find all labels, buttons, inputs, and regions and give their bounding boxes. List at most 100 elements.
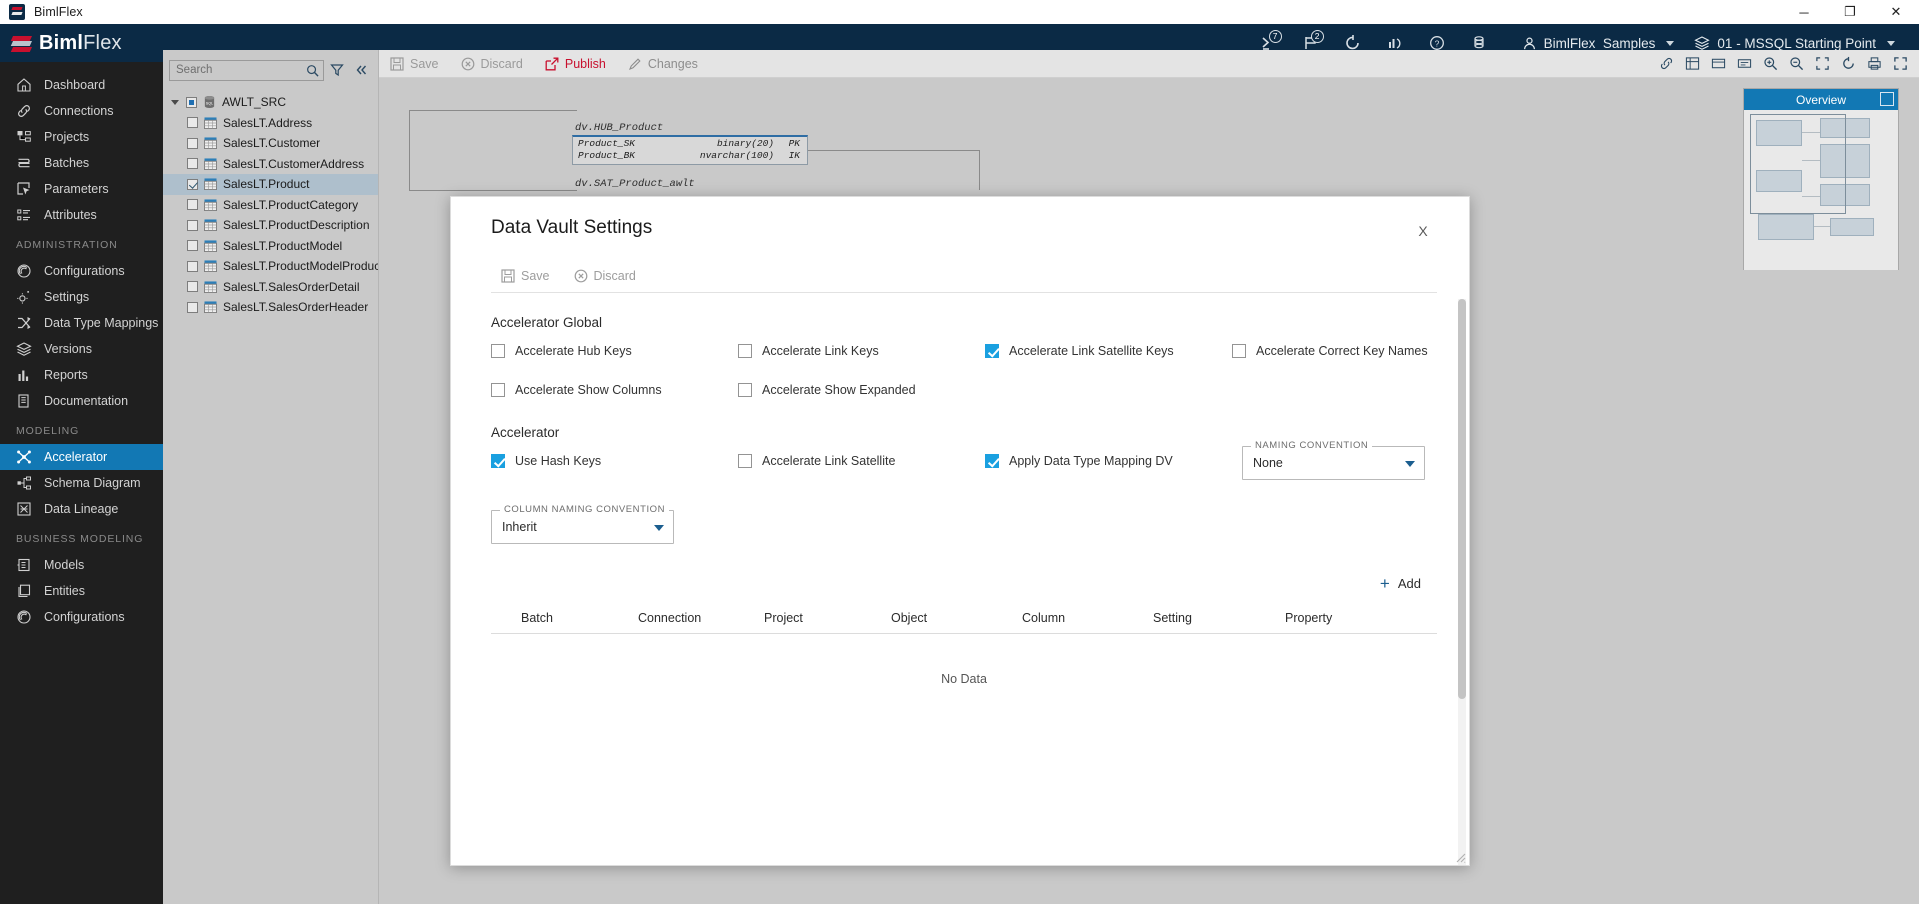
dialog-scrollbar-thumb[interactable] [1458,299,1466,699]
main-toolbar: Save Discard Publish Changes [379,50,1919,78]
sidebar-item-versions[interactable]: Versions [0,336,163,362]
overview-canvas[interactable] [1744,110,1898,270]
filter-icon[interactable] [326,59,348,81]
checkbox-accelerate-correct-key-names[interactable]: Accelerate Correct Key Names [1232,344,1469,358]
tree-item-selected[interactable]: SalesLT.Product [163,174,378,195]
tree-item[interactable]: SalesLT.ProductModel [163,236,378,257]
checkbox-box[interactable] [491,454,505,468]
checkbox-box[interactable] [1232,344,1246,358]
search-icon[interactable] [306,64,319,82]
print-icon[interactable] [1861,50,1887,78]
publish-button[interactable]: Publish [534,50,617,78]
minimize-button[interactable]: ─ [1781,0,1827,24]
sidebar-item-reports[interactable]: Reports [0,362,163,388]
refresh-canvas-icon[interactable] [1835,50,1861,78]
sidebar-item-schema-diagram[interactable]: Schema Diagram [0,470,163,496]
checkbox-box[interactable] [738,383,752,397]
minimap-viewport[interactable] [1750,114,1846,214]
tree-item[interactable]: SalesLT.ProductModelProductDes. [163,256,378,277]
checkbox-box[interactable] [985,344,999,358]
changes-button[interactable]: Changes [617,50,709,78]
column-naming-convention-select[interactable]: COLUMN NAMING CONVENTION Inherit [491,510,674,544]
expand-collapse-icon[interactable] [171,100,179,105]
zoom-out-icon[interactable] [1783,50,1809,78]
add-button[interactable]: + Add [1372,572,1429,595]
sidebar-item-connections[interactable]: Connections [0,98,163,124]
tree-item-checkbox[interactable] [187,158,198,169]
checkbox-accelerate-link-satellite[interactable]: Accelerate Link Satellite [738,454,985,468]
save-button[interactable]: Save [379,50,450,78]
sidebar-item-configurations[interactable]: Configurations [0,258,163,284]
tree-item-checkbox[interactable] [187,117,198,128]
checkbox-accelerate-show-expanded[interactable]: Accelerate Show Expanded [738,383,985,397]
sidebar-item-documentation[interactable]: Documentation [0,388,163,414]
dialog-discard-button[interactable]: Discard [564,265,646,287]
checkbox-use-hash-keys[interactable]: Use Hash Keys [491,454,738,468]
tree-item[interactable]: SalesLT.Address [163,113,378,134]
tree-root-node[interactable]: SQL AWLT_SRC [163,92,378,113]
checkbox-apply-data-type-mapping-dv[interactable]: Apply Data Type Mapping DV [985,454,1232,468]
checkbox-accelerate-link-satellite-keys[interactable]: Accelerate Link Satellite Keys [985,344,1232,358]
sidebar-item-settings[interactable]: Settings [0,284,163,310]
panel-tool-icon[interactable] [1705,50,1731,78]
tree-item[interactable]: SalesLT.ProductDescription [163,215,378,236]
hub-node[interactable]: Product_SK binary(20) PK Product_BK nvar… [572,135,808,165]
link-tool-icon[interactable] [1653,50,1679,78]
tree-root-checkbox[interactable] [186,97,197,108]
sidebar-item-dashboard[interactable]: Dashboard [0,72,163,98]
tree-item[interactable]: SalesLT.SalesOrderHeader [163,297,378,318]
sidebar-item-accelerator[interactable]: Accelerator [0,444,163,470]
dialog-scrollbar[interactable] [1458,299,1466,865]
overview-minimap[interactable]: Overview [1743,88,1899,270]
checkbox-box[interactable] [491,383,505,397]
sidebar-item-entities[interactable]: Entities [0,578,163,604]
sidebar-item-parameters[interactable]: Parameters [0,176,163,202]
dialog-save-button[interactable]: Save [491,265,560,287]
tree-item-checkbox[interactable] [187,220,198,231]
maximize-button[interactable]: ❐ [1827,0,1873,24]
discard-button[interactable]: Discard [450,50,534,78]
checkbox-accelerate-link-keys[interactable]: Accelerate Link Keys [738,344,985,358]
tree-item-checkbox[interactable] [187,302,198,313]
sidebar-item-batches[interactable]: Batches [0,150,163,176]
checkbox-accelerate-show-columns[interactable]: Accelerate Show Columns [491,383,738,397]
naming-convention-select[interactable]: NAMING CONVENTION None [1242,446,1425,480]
tree-item-checkbox[interactable] [187,281,198,292]
zoom-in-icon[interactable] [1757,50,1783,78]
sidebar-item-attributes[interactable]: Attributes [0,202,163,228]
sidebar-item-data-type-mappings[interactable]: Data Type Mappings [0,310,163,336]
sidebar-item-projects[interactable]: Projects [0,124,163,150]
sidebar-item-data-lineage[interactable]: Data Lineage [0,496,163,522]
checkbox-box[interactable] [491,344,505,358]
checkbox-box[interactable] [738,454,752,468]
close-button[interactable]: ✕ [1873,0,1919,24]
fit-to-screen-icon[interactable] [1809,50,1835,78]
tree-item[interactable]: SalesLT.SalesOrderDetail [163,277,378,298]
tree-item[interactable]: SalesLT.CustomerAddress [163,154,378,175]
tree-item-checkbox[interactable] [187,138,198,149]
checkbox-box[interactable] [738,344,752,358]
hub-node-title: dv.HUB_Product [575,122,663,134]
tree-item-checkbox[interactable] [187,199,198,210]
pin-icon[interactable] [1880,92,1894,106]
tree-item-checkbox[interactable] [187,261,198,272]
sidebar-item-models[interactable]: Models [0,552,163,578]
sidebar-item-business-configurations[interactable]: Configurations [0,604,163,630]
fullscreen-icon[interactable] [1887,50,1913,78]
chevron-down-icon[interactable] [1405,461,1415,467]
search-input[interactable] [170,61,323,80]
tree-item-checkbox[interactable] [187,179,198,190]
chevron-down-icon[interactable] [654,525,664,531]
layout-tool-icon[interactable] [1679,50,1705,78]
checkbox-accelerate-hub-keys[interactable]: Accelerate Hub Keys [491,344,738,358]
checkbox-box[interactable] [985,454,999,468]
tree-item[interactable]: SalesLT.Customer [163,133,378,154]
tree-item-label: SalesLT.Product [223,177,310,191]
tree-item[interactable]: SalesLT.ProductCategory [163,195,378,216]
search-box[interactable] [169,60,324,81]
close-icon[interactable]: X [1413,221,1433,241]
text-tool-icon[interactable] [1731,50,1757,78]
dialog-resize-grip[interactable] [1454,850,1466,862]
collapse-panel-button[interactable] [350,59,372,81]
tree-item-checkbox[interactable] [187,240,198,251]
